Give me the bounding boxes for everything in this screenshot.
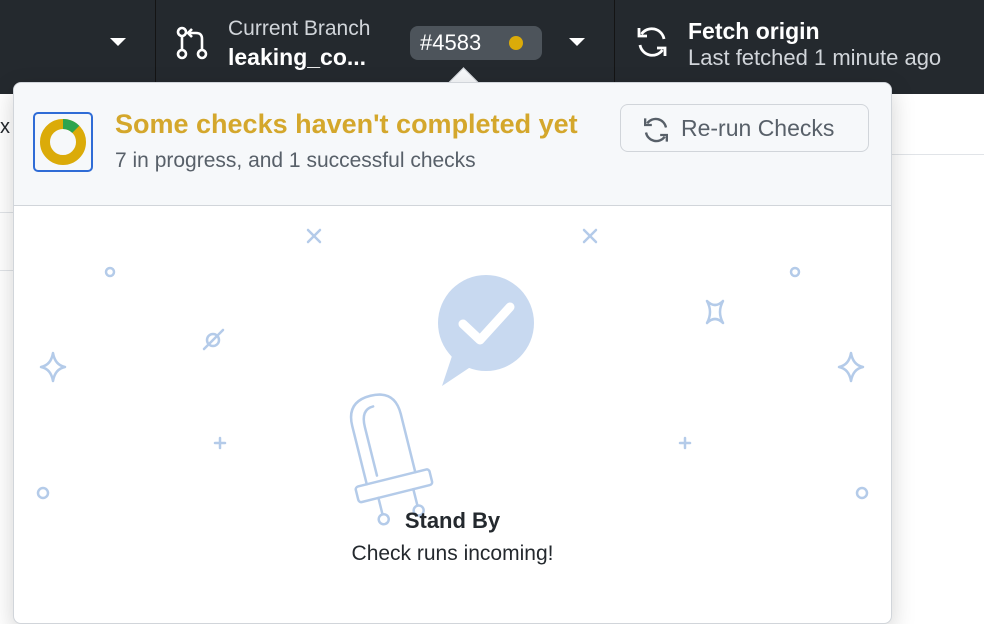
rerun-checks-label: Re-run Checks [681,115,835,141]
empty-state-message: Check runs incoming! [351,542,554,565]
background-divider [0,212,13,213]
sync-icon [644,117,668,143]
background-divider [890,154,984,155]
checks-progress-indicator [33,112,93,172]
sparkle-star-icon [837,351,865,383]
pull-request-badge[interactable]: #4583 [410,26,542,60]
branch-name: leaking_co... [228,44,367,70]
repository-dropdown[interactable] [0,0,156,94]
sparkle-plus-icon [678,436,692,450]
checks-empty-state: Stand By Check runs incoming! [14,206,891,623]
fetch-title: Fetch origin [688,18,820,44]
check-status-dot [509,36,523,50]
sparkle-circle-icon [789,266,801,278]
sparkle-circle-icon [104,266,116,278]
app-toolbar: Current Branch leaking_co... #4583 Fetch… [0,0,984,94]
empty-state-title: Stand By [404,508,501,533]
chevron-down-icon [569,38,585,46]
sparkle-star-icon [705,299,725,325]
sparkle-x-icon [306,228,322,244]
chevron-down-icon [110,38,126,46]
fetch-origin-button[interactable]: Fetch origin Last fetched 1 minute ago [615,0,984,94]
checks-status-title: Some checks haven't completed yet [115,109,578,139]
checks-status-summary: 7 in progress, and 1 successful checks [115,149,476,172]
branch-title: Current Branch [228,17,371,40]
sparkle-circle-icon [36,486,50,500]
background-text: x [0,116,10,138]
checks-popover: Some checks haven't completed yet 7 in p… [13,82,892,624]
check-bubble-icon [438,275,534,386]
git-branch-icon [176,26,208,60]
progress-ring-icon [40,119,86,165]
sparkle-circle-icon [855,486,869,500]
sparkle-star-icon [39,351,67,383]
fetch-subtitle: Last fetched 1 minute ago [688,45,942,70]
sparkle-x-icon [582,228,598,244]
sparkle-planet-icon [202,328,225,351]
pr-number: #4583 [420,30,482,55]
background-divider [0,270,13,271]
sparkle-plus-icon [213,436,227,450]
current-branch-dropdown[interactable]: Current Branch leaking_co... #4583 [156,0,615,94]
rerun-checks-button[interactable]: Re-run Checks [620,104,869,152]
sync-icon [637,27,667,57]
checks-header: Some checks haven't completed yet 7 in p… [14,83,891,206]
